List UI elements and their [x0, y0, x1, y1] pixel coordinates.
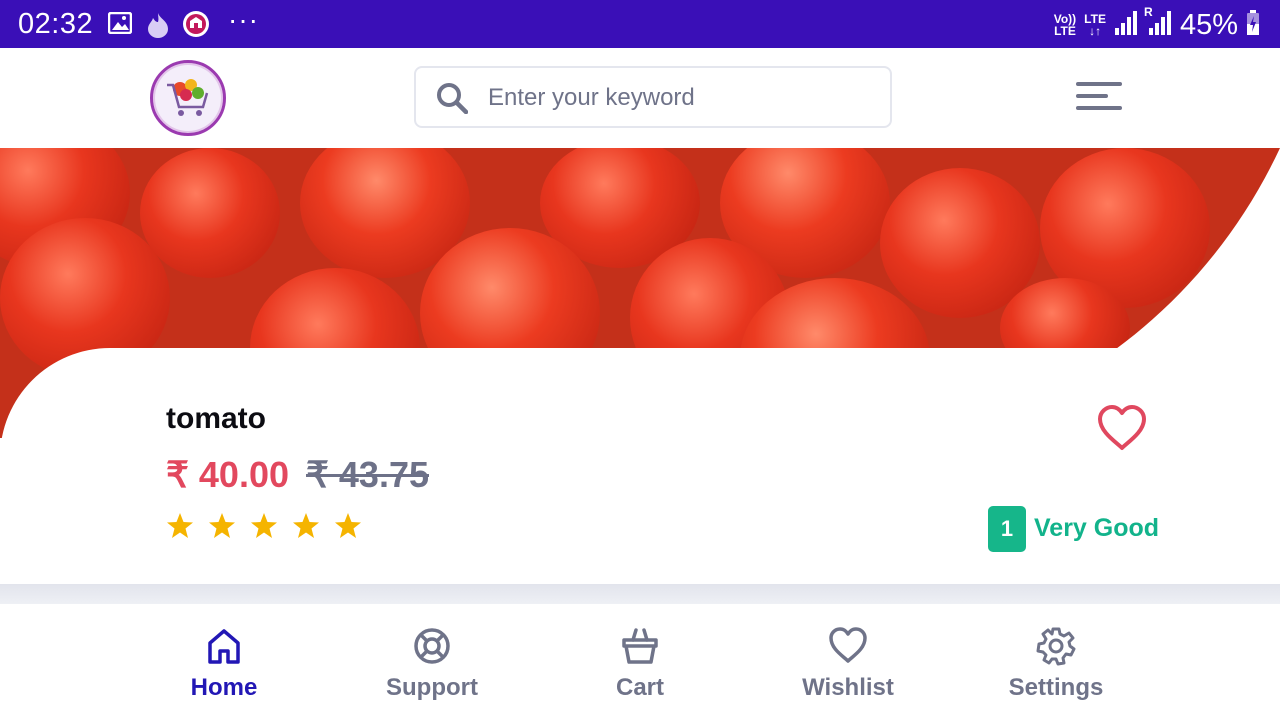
signal-roaming-icon: R	[1144, 6, 1172, 41]
section-divider	[0, 584, 1280, 604]
app-header	[0, 48, 1280, 148]
nav-settings-label: Settings	[1008, 674, 1104, 701]
status-bar: 02:32 ··· Vo)) LTE LTE ↓↑ R 45%	[0, 0, 1280, 48]
search-bar[interactable]	[414, 66, 892, 128]
product-card: tomato ₹ 40.00 ₹ 43.75 1 Very Good	[0, 348, 1280, 584]
product-name: tomato	[166, 402, 266, 435]
star-icon	[293, 513, 319, 538]
star-icon	[167, 513, 193, 538]
product-price: ₹ 40.00	[166, 454, 289, 495]
star-icon	[335, 513, 361, 538]
search-icon[interactable]	[436, 82, 468, 114]
status-time: 02:32	[18, 8, 94, 40]
shopping-cart-logo[interactable]	[150, 60, 226, 136]
volte-indicator: Vo)) LTE	[1053, 12, 1077, 38]
star-rating	[166, 512, 362, 540]
basket-icon	[622, 628, 658, 664]
heart-icon	[829, 627, 867, 663]
product-old-price: ₹ 43.75	[306, 454, 429, 495]
battery-percent: 45%	[1179, 8, 1238, 41]
image-icon	[107, 11, 133, 39]
nav-settings[interactable]: Settings	[986, 626, 1126, 702]
star-icon	[251, 513, 277, 538]
fire-icon	[146, 12, 170, 43]
nav-wishlist[interactable]: Wishlist	[778, 626, 918, 702]
wishlist-heart-icon[interactable]	[1096, 404, 1148, 457]
lifebuoy-icon	[414, 628, 450, 664]
hamburger-menu-icon[interactable]	[1076, 82, 1124, 114]
bottom-navigation: Home Support Cart Wishlist Settings	[0, 604, 1280, 720]
gear-icon	[1036, 627, 1076, 666]
nav-home-label: Home	[190, 674, 258, 701]
search-input[interactable]	[486, 78, 870, 118]
star-icon	[209, 513, 235, 538]
nav-cart-label: Cart	[615, 674, 664, 701]
app-icon	[182, 10, 210, 43]
nav-cart[interactable]: Cart	[570, 626, 710, 702]
rating-text: Very Good	[1034, 514, 1160, 542]
signal-icon	[1114, 10, 1138, 41]
home-icon	[208, 629, 240, 664]
rating-count-badge: 1	[988, 506, 1026, 552]
status-right: Vo)) LTE LTE ↓↑ R 45%	[1053, 6, 1260, 42]
battery-charging-icon	[1246, 9, 1260, 41]
more-notifications-icon: ···	[228, 4, 259, 35]
nav-home[interactable]: Home	[154, 626, 294, 702]
lte-indicator: LTE ↓↑	[1084, 12, 1106, 38]
nav-support-label: Support	[386, 674, 478, 701]
nav-wishlist-label: Wishlist	[802, 674, 894, 701]
nav-support[interactable]: Support	[362, 626, 502, 702]
